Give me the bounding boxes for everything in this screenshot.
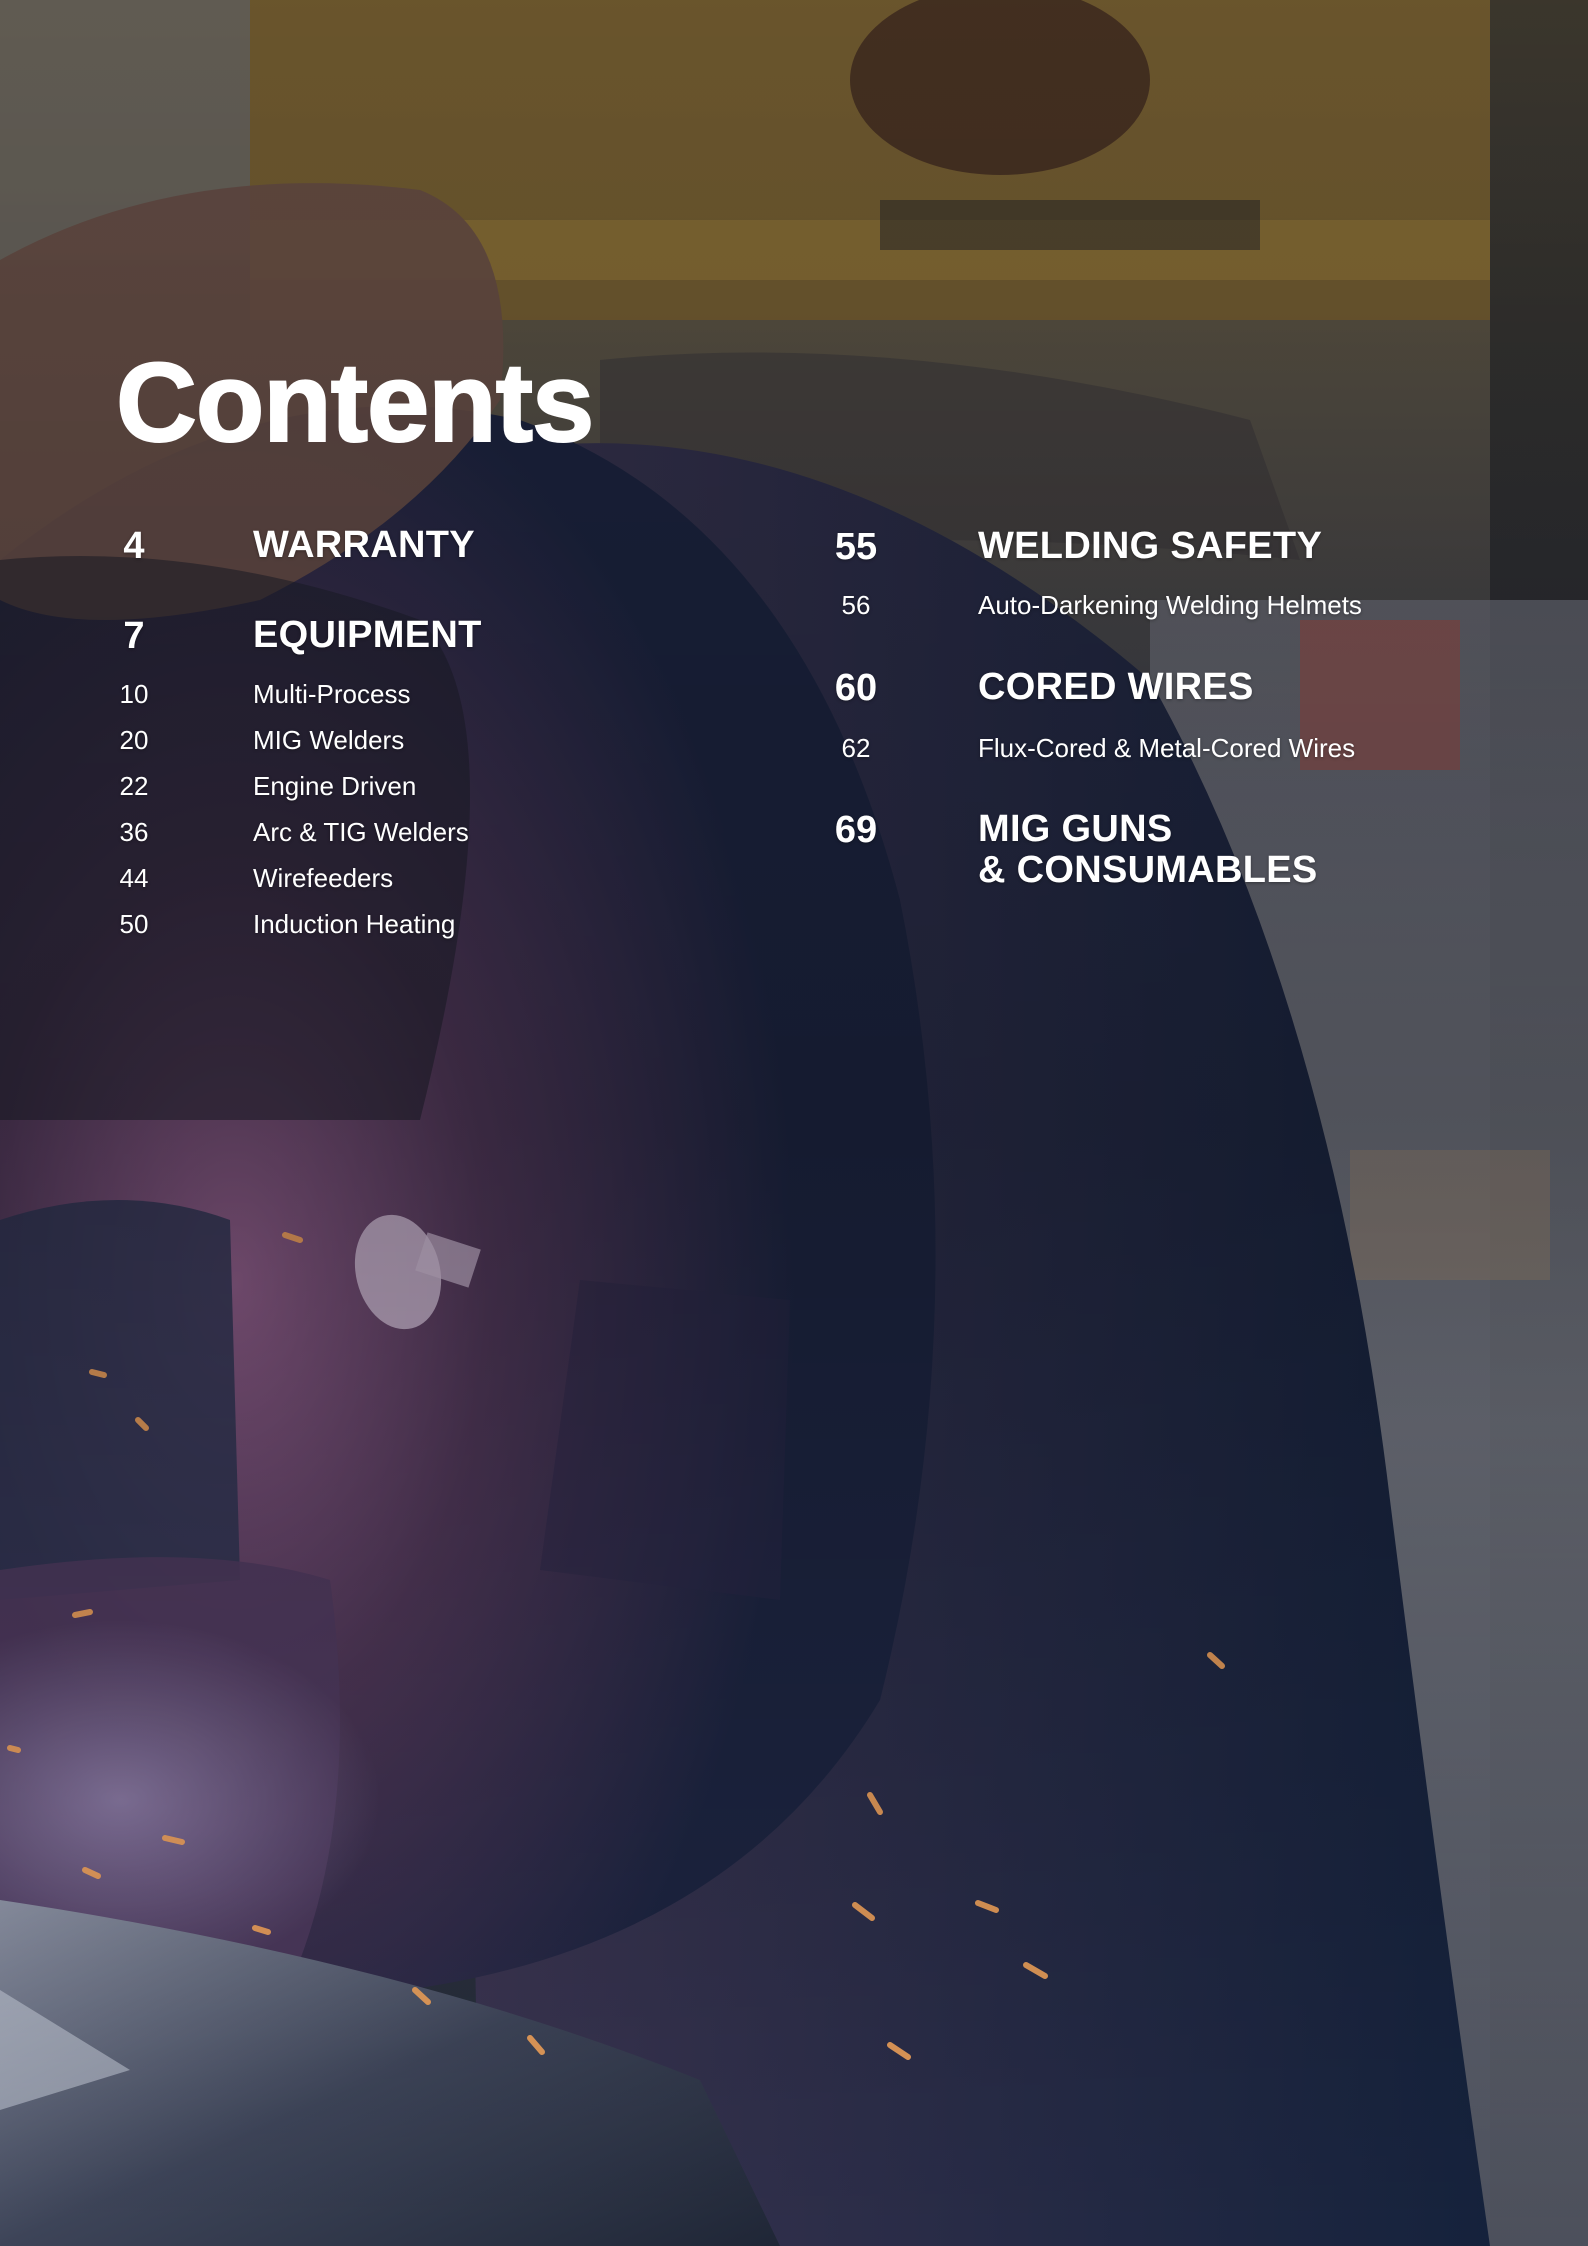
toc-item-label: Induction Heating [253,909,456,939]
toc-item-label: Wirefeeders [253,863,394,893]
toc-page-number: 44 [119,863,149,893]
toc-page-number: 60 [834,667,878,709]
catalog-contents-page: Contents 4 WARRANTY 7 EQUIPMENT 10 Multi… [0,0,1588,2246]
background-welder-photo [0,0,1588,2246]
toc-section-label: CORED WIRES [978,666,1254,708]
toc-page-number: 36 [119,817,149,847]
toc-page-number: 20 [119,725,149,755]
toc-item-label: Arc & TIG Welders [253,817,469,847]
toc-item-label: MIG Welders [253,725,405,755]
toc-page-number: 55 [834,526,878,568]
toc-section-label-line1: MIG GUNS [978,808,1173,850]
toc-page-number: 4 [123,525,145,567]
toc-section-label: WELDING SAFETY [978,525,1323,567]
toc-page-number: 22 [119,771,149,801]
page-title: Contents [115,339,595,466]
toc-item-label: Auto-Darkening Welding Helmets [978,590,1362,620]
toc-section-label-line2: & CONSUMABLES [978,849,1318,891]
toc-page-number: 62 [841,733,871,763]
toc-page-number: 10 [119,679,149,709]
toc-page-number: 56 [841,590,871,620]
toc-page-number: 7 [123,615,145,657]
toc-section-label: WARRANTY [253,524,475,566]
toc-page-number: 50 [119,909,149,939]
toc-item-label: Flux-Cored & Metal-Cored Wires [978,733,1356,763]
toc-section-label: EQUIPMENT [253,614,482,656]
toc-page-number: 69 [834,809,878,851]
toc-item-label: Engine Driven [253,771,417,801]
toc-item-label: Multi-Process [253,679,411,709]
